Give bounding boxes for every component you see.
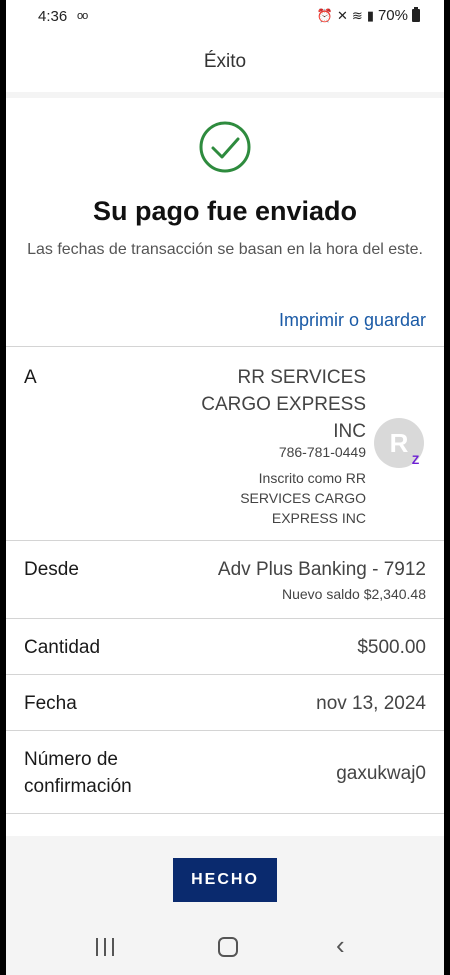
divider [6,730,444,731]
to-label: A [24,367,37,388]
new-balance: Nuevo saldo $2,340.48 [282,586,426,602]
status-time: 4:36 [38,8,68,25]
page-header: Éxito [6,34,444,92]
alarm-icon: ⏰ [316,7,333,23]
print-or-save-link[interactable]: Imprimir o guardar [279,310,426,331]
wifi-icon: ≋ [351,7,363,23]
phone-screen: 4:36 oo ⏰ ✕ ≋ ▮ 70% Éxito Su pago fue en… [6,0,444,975]
home-icon[interactable] [218,937,238,957]
divider [6,540,444,541]
payee-name: RR SERVICES CARGO EXPRESS INC [201,367,366,442]
divider [6,618,444,619]
payee-phone: 786-781-0449 [278,444,366,460]
divider [6,674,444,675]
battery-percent: 70% [377,7,408,24]
amount-label: Cantidad [24,637,101,658]
confirmation-label: Número de confirmación [24,749,132,797]
voicemail-icon: oo [77,10,88,22]
mute-icon: ✕ [337,7,348,23]
divider [6,813,444,814]
divider [6,346,444,347]
zelle-icon: Z [411,453,420,467]
date-label: Fecha [24,693,77,714]
confirmation-number: gaxukwaj0 [336,763,426,784]
done-button[interactable]: HECHO [173,858,277,902]
system-nav-bar: ‹ [6,920,444,975]
signal-icon: ▮ [366,7,374,23]
amount-value: $500.00 [357,637,426,658]
status-bar: 4:36 oo ⏰ ✕ ≋ ▮ 70% [6,0,444,34]
page-title: Éxito [203,51,247,72]
date-value: nov 13, 2024 [316,693,426,714]
battery-icon [412,7,420,22]
check-circle-icon [199,121,251,173]
back-icon[interactable]: ‹ [336,930,345,961]
from-account: Adv Plus Banking - 7912 [217,559,426,580]
from-label: Desde [24,559,79,580]
confirmation-card: Su pago fue enviado Las fechas de transa… [6,98,444,836]
recent-apps-icon[interactable] [96,938,114,956]
status-icons: ⏰ ✕ ≋ ▮ 70% [317,7,420,24]
payee-enrolled-name: Inscrito como RR SERVICES CARGO EXPRESS … [240,470,366,526]
success-title: Su pago fue enviado [92,196,358,226]
success-subtitle: Las fechas de transacción se basan en la… [27,241,423,258]
